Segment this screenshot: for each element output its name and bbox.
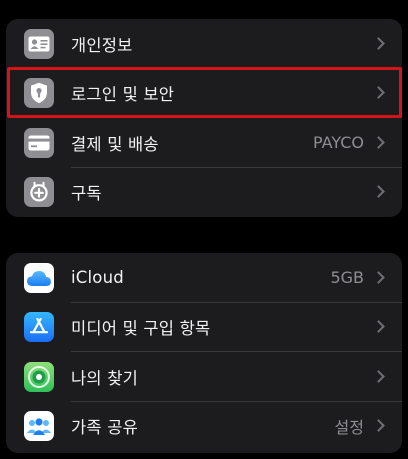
family-sharing-icon [24,411,54,442]
row-payment-shipping[interactable]: 결제 및 배송 PAYCO [6,118,402,168]
row-family-sharing[interactable]: 가족 공유 설정 [6,402,402,452]
chevron-right-icon [372,36,385,50]
row-label: 로그인 및 보안 [71,85,175,105]
row-value: 5GB [330,268,364,288]
row-value: PAYCO [313,133,364,153]
row-label: 가족 공유 [71,418,138,438]
row-personal-info[interactable]: 개인정보 [6,19,402,69]
chevron-right-icon [372,270,385,284]
services-group: iCloud 5GB 미디어 및 구입 항목 나의 찾기 가족 공유 설정 [6,253,402,453]
find-my-icon [24,361,54,392]
chevron-right-icon [372,135,385,149]
chevron-right-icon [372,419,385,433]
app-store-icon [24,312,54,343]
row-label: 결제 및 배송 [71,134,159,154]
subscription-icon [24,177,54,208]
chevron-right-icon [372,369,385,383]
row-subscriptions[interactable]: 구독 [6,168,402,218]
chevron-right-icon [372,86,385,100]
row-label: 구독 [71,184,102,204]
row-label: 미디어 및 구입 항목 [71,319,211,339]
chevron-right-icon [372,185,385,199]
row-label: iCloud [71,268,124,288]
row-icloud[interactable]: iCloud 5GB [6,253,402,303]
credit-card-icon [24,127,54,158]
row-label: 나의 찾기 [71,368,138,388]
chevron-right-icon [372,320,385,334]
contact-card-icon [24,28,54,59]
shield-keyhole-icon [24,78,54,109]
row-sign-in-security[interactable]: 로그인 및 보안 [6,69,402,118]
account-settings-group: 개인정보 로그인 및 보안 결제 및 배송 PAYCO 구독 [6,19,402,217]
row-value: 설정 [334,418,364,438]
row-find-my[interactable]: 나의 찾기 [6,352,402,402]
row-label: 개인정보 [71,35,133,55]
row-media-purchases[interactable]: 미디어 및 구입 항목 [6,303,402,352]
icloud-icon [24,262,54,293]
